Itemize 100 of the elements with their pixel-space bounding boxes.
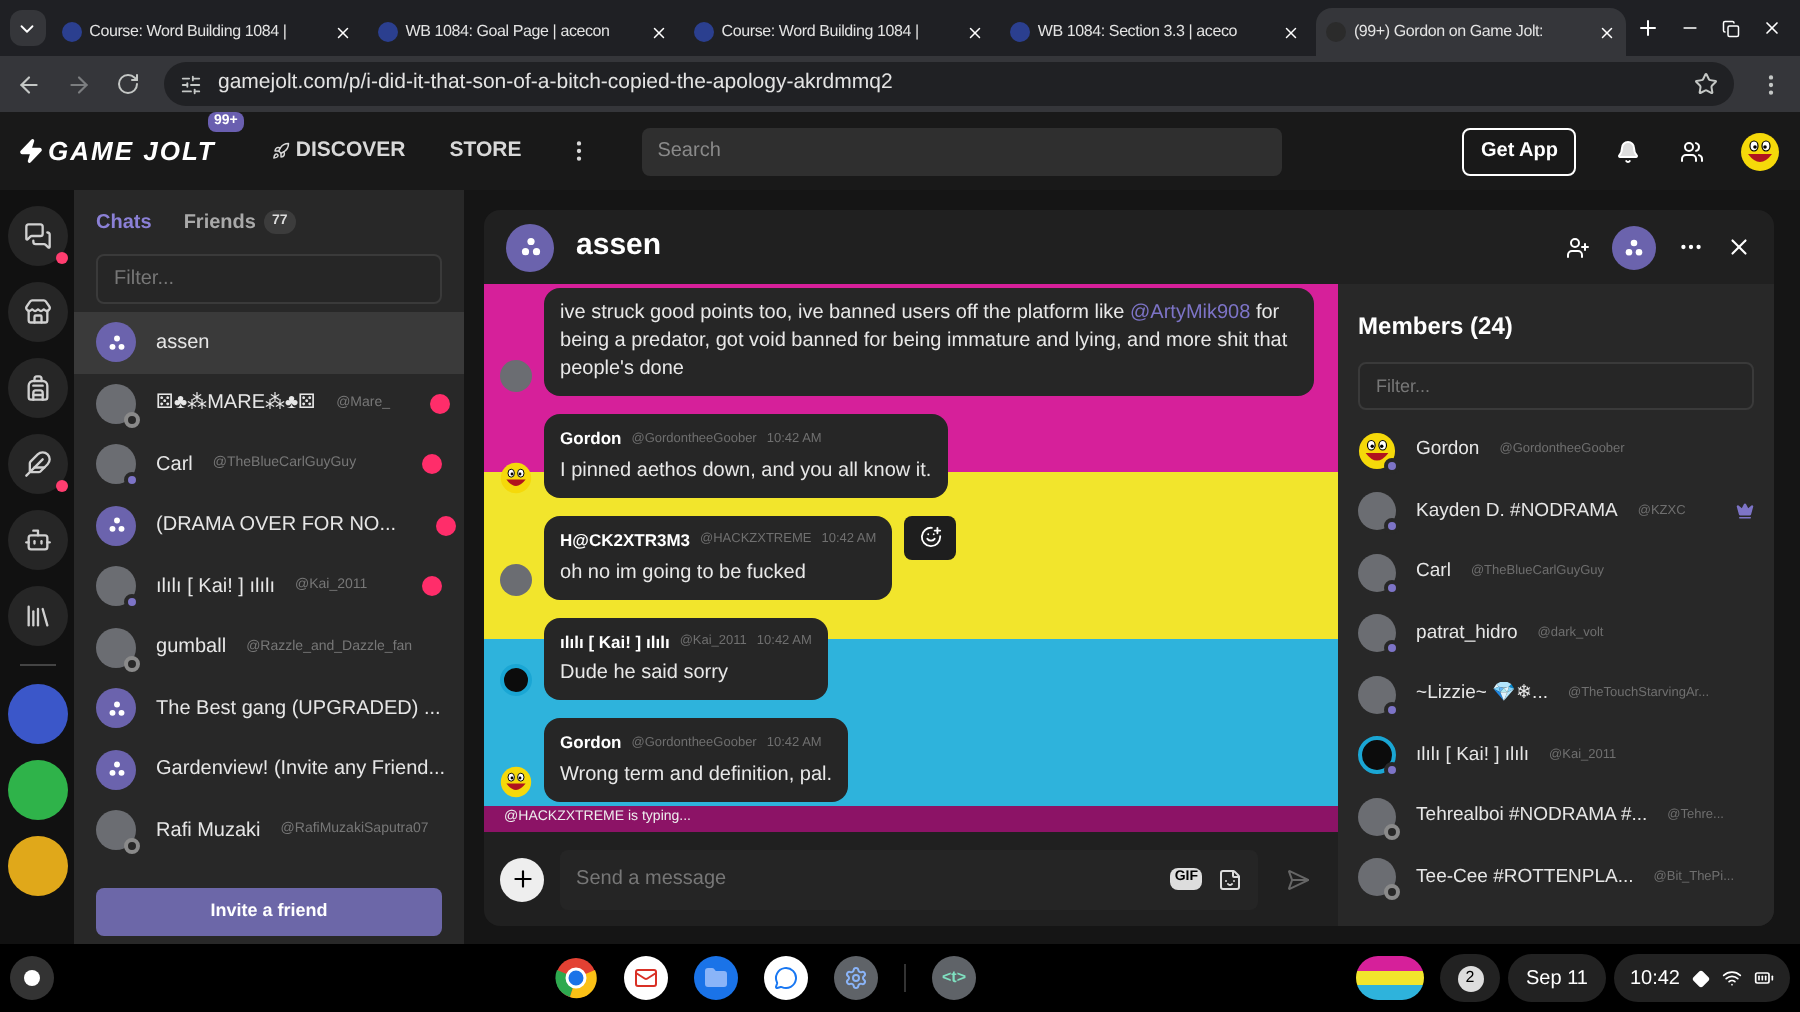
smiley-avatar [500, 766, 533, 798]
forward-icon[interactable] [66, 71, 92, 97]
app-shortcut[interactable]: <t> [932, 956, 976, 1000]
invite-button[interactable]: Invite a friend [96, 888, 443, 936]
smiley-avatar [1740, 131, 1780, 171]
tab-title: Course: Word Building 1084 | [89, 20, 289, 44]
browser-tab[interactable]: WB 1084: Goal Page | acecon [367, 8, 678, 56]
date-button[interactable]: Sep 11 [1508, 954, 1606, 1002]
wifi-icon [1722, 968, 1742, 988]
send-icon[interactable] [1286, 867, 1311, 891]
chat-list-item[interactable]: The Best gang (UPGRADED) ... [74, 678, 465, 739]
community-avatar[interactable] [7, 836, 68, 896]
browser-tab[interactable]: WB 1084: Section 3.3 | aceco [999, 8, 1310, 56]
message-author: Gordon [560, 426, 622, 452]
filter-field[interactable]: Filter... [96, 254, 443, 304]
panel-tab[interactable]: Chats [96, 207, 152, 237]
mail-icon[interactable] [624, 956, 668, 1000]
site-icon [693, 22, 714, 42]
chat-list-item[interactable]: Gardenview! (Invite any Friend... [74, 739, 465, 800]
avatar-placeholder [500, 360, 533, 392]
close-icon[interactable] [1762, 18, 1783, 38]
clock-time: 10:42 [1629, 965, 1680, 993]
gear-icon[interactable] [834, 956, 878, 1000]
rail-button[interactable] [7, 282, 68, 342]
add-reaction-button[interactable] [904, 515, 957, 560]
nav-link[interactable]: DISCOVER [271, 135, 406, 167]
member-name: Kayden D. #NODRAMA [1416, 497, 1618, 526]
member-name: Gordon [1416, 436, 1480, 465]
close-icon[interactable] [1726, 234, 1752, 260]
site-icon [1009, 22, 1030, 42]
restore-icon[interactable] [1722, 19, 1741, 37]
chat-list-item[interactable]: (DRAMA OVER FOR NO... [74, 495, 465, 556]
avatar-placeholder [1358, 858, 1397, 897]
message-text: Dude he said sorry [560, 660, 730, 689]
bookmark-icon[interactable] [1694, 72, 1718, 96]
rail-button[interactable] [7, 358, 68, 418]
group-avatar[interactable] [1612, 225, 1656, 269]
avatar-placeholder [96, 383, 137, 424]
reload-icon[interactable] [116, 72, 140, 96]
close-icon[interactable] [1598, 23, 1617, 41]
message-text: I pinned aethos down, and you all know it. [560, 457, 932, 486]
community-avatar[interactable] [7, 760, 68, 820]
chat-name: (DRAMA OVER FOR NO... [156, 512, 397, 541]
rail-button[interactable] [7, 206, 68, 266]
rail-button[interactable] [7, 510, 68, 570]
member-name: ılılı [ Kai! ] ılılı [1416, 741, 1530, 770]
filter-field[interactable]: Filter... [1358, 362, 1754, 410]
add-button[interactable] [500, 857, 545, 901]
battery-icon [1754, 968, 1774, 988]
rocket-icon [271, 142, 290, 160]
rail-button[interactable] [7, 586, 68, 646]
sticker-icon[interactable] [1218, 867, 1243, 891]
nav-link[interactable]: STORE [449, 135, 522, 167]
chat-bubble-icon[interactable] [764, 956, 808, 1000]
bolt-icon [18, 138, 44, 164]
site-info-icon[interactable] [180, 73, 202, 95]
tab-list-button[interactable] [10, 10, 46, 46]
address-field[interactable]: gamejolt.com/p/i-did-it-that-son-of-a-bitch-copied-the-apology-akrdmmq2 [164, 62, 1734, 106]
smiley-avatar [1358, 431, 1397, 470]
message-author: Gordon [560, 730, 622, 756]
chat-name: The Best gang (UPGRADED) ... [156, 695, 441, 724]
people-icon[interactable] [1680, 139, 1704, 163]
notification-count[interactable]: 2 [1440, 954, 1501, 1002]
browser-tab[interactable]: Course: Word Building 1084 | [683, 8, 994, 56]
search-field[interactable]: Search [641, 127, 1282, 175]
chat-icon [23, 222, 52, 250]
new-tab-icon[interactable] [1636, 16, 1661, 40]
avatar-placeholder [500, 563, 533, 595]
member-name: Tee-Cee #ROTTENPLA... [1416, 863, 1634, 892]
chat-name: ⚄♣⁂MARE⁂♣⚄ [156, 390, 317, 419]
plus-icon [509, 866, 536, 892]
add-member-icon[interactable] [1566, 235, 1590, 259]
launcher-button[interactable] [10, 956, 54, 1000]
status-area[interactable]: 10:42 [1613, 954, 1790, 1002]
browser-tab[interactable]: (99+) Gordon on Game Jolt: [1315, 8, 1627, 56]
mention-link[interactable]: @ArtyMik908 [1130, 302, 1251, 324]
wallpaper-thumbnail[interactable] [1356, 956, 1425, 1000]
close-icon[interactable] [649, 23, 668, 41]
tab-title: (99+) Gordon on Game Jolt: [1353, 20, 1546, 44]
back-icon[interactable] [16, 71, 42, 97]
chat-name: Gardenview! (Invite any Friend... [156, 756, 446, 785]
chat-list-item[interactable]: assen [74, 312, 465, 373]
tab-title: Course: Word Building 1084 | [721, 20, 921, 44]
member-name: patrat_hidro [1416, 619, 1518, 648]
library-icon [23, 602, 52, 630]
logo[interactable]: GAME JOLT [48, 131, 216, 171]
smiley-avatar [500, 461, 533, 494]
browser-tab[interactable]: Course: Word Building 1084 | [51, 8, 362, 56]
quill-icon [23, 450, 52, 478]
close-icon[interactable] [1281, 23, 1300, 41]
member-name: ~Lizzie~ 💎❄... [1416, 680, 1548, 709]
close-icon[interactable] [333, 23, 352, 41]
close-icon[interactable] [965, 23, 984, 41]
get-app-button[interactable]: Get App [1462, 127, 1576, 175]
add-reaction-icon [919, 526, 942, 549]
rail-button[interactable] [7, 434, 68, 494]
notifications-icon[interactable] [1616, 139, 1640, 163]
store-icon [23, 298, 52, 326]
ring-logo-icon[interactable] [554, 956, 598, 1000]
folder-icon[interactable] [694, 956, 738, 1000]
